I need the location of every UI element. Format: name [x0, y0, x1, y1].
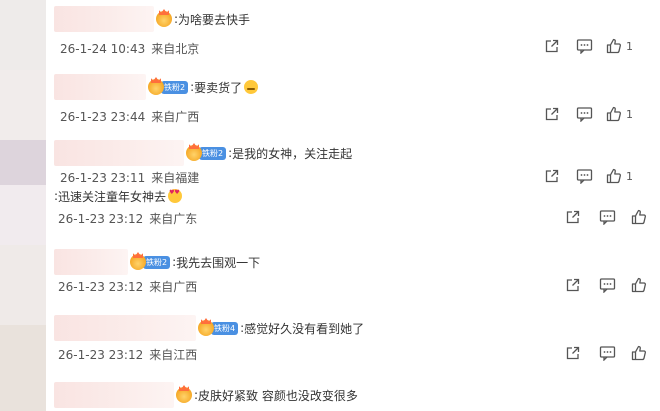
comment-text: 我先去围观一下	[176, 255, 261, 270]
crown-badge-icon	[148, 79, 164, 95]
comment-date: 26-1-24 10:43	[60, 42, 146, 56]
comment-icon[interactable]	[575, 105, 593, 123]
left-sidebar-strip	[0, 0, 46, 411]
comment-text: 要卖货了	[194, 80, 243, 95]
comment-icon[interactable]	[598, 208, 616, 226]
like-icon[interactable]	[605, 105, 623, 123]
comment-location: 来自广西	[149, 280, 198, 294]
username-blurred[interactable]	[54, 74, 146, 100]
comment-date: 26-1-23 23:12	[58, 280, 144, 294]
comment-text: 感觉好久没有看到她了	[244, 321, 365, 336]
share-icon[interactable]	[543, 105, 561, 123]
comment-item: 铁粉4 : 感觉好久没有看到她了 26-1-23 23:12 来自江西	[54, 315, 660, 375]
comment-text: 为啥要去快手	[178, 12, 251, 27]
comment-meta: 26-1-23 23:12 来自广东	[58, 210, 197, 227]
comment-location: 来自广西	[151, 110, 200, 124]
comment-icon[interactable]	[598, 276, 616, 294]
comment-date: 26-1-23 23:12	[58, 348, 144, 362]
comment-text: 是我的女神，关注走起	[232, 146, 353, 161]
comment-item: : 迅速关注童年女神去 26-1-23 23:12来自广东	[54, 183, 660, 243]
smirk-emoji-icon	[244, 80, 259, 94]
comment-location: 来自北京	[151, 42, 200, 56]
like-icon[interactable]	[630, 208, 648, 226]
comment-icon[interactable]	[598, 344, 616, 362]
crown-badge-icon	[186, 145, 202, 161]
fan-badge: 铁粉2	[143, 255, 171, 269]
comment-meta: 26-1-24 10:43 来自北京	[60, 40, 199, 57]
like-icon[interactable]	[605, 37, 623, 55]
like-count: 1	[626, 107, 633, 121]
fan-badge: 铁粉4	[211, 321, 239, 335]
share-icon[interactable]	[564, 276, 582, 294]
crown-badge-icon	[198, 320, 214, 336]
like-count: 1	[626, 169, 633, 183]
comment-item: 铁粉2 : 我先去围观一下 26-1-23 23:12 来自广西	[54, 249, 660, 309]
username-blurred[interactable]	[54, 382, 174, 408]
comment-location: 来自江西	[149, 348, 198, 362]
comment-item: : 为啥要去快手 26-1-24 10:43 来自北京 1	[54, 6, 660, 66]
like-icon[interactable]	[630, 344, 648, 362]
comment-text: 皮肤好紧致 容颜也没改变很多	[198, 388, 358, 403]
comment-item: : 皮肤好紧致 容颜也没改变很多	[54, 382, 660, 411]
like-icon[interactable]	[630, 276, 648, 294]
share-icon[interactable]	[564, 344, 582, 362]
crown-badge-icon	[176, 387, 192, 403]
comment-meta: 26-1-23 23:44 来自广西	[60, 108, 199, 125]
crown-badge-icon	[156, 11, 172, 27]
username-blurred[interactable]	[54, 249, 128, 275]
username-blurred[interactable]	[54, 6, 154, 32]
comment-meta: 26-1-23 23:12 来自广西	[58, 278, 197, 295]
heart-eyes-emoji-icon	[168, 189, 183, 203]
comment-date: 26-1-23 23:12	[58, 212, 144, 226]
comment-date: 26-1-23 23:44	[60, 110, 146, 124]
share-icon[interactable]	[543, 37, 561, 55]
like-count: 1	[626, 39, 633, 53]
username-blurred[interactable]	[54, 315, 196, 341]
fan-badge: 铁粉2	[199, 146, 227, 160]
fan-badge: 铁粉2	[161, 80, 189, 94]
username-blurred[interactable]	[54, 140, 184, 166]
comment-text: 迅速关注童年女神去	[58, 189, 167, 204]
crown-badge-icon	[130, 254, 146, 270]
comment-item: 铁粉2 : 要卖货了 26-1-23 23:44 来自广西 1	[54, 74, 660, 134]
comment-icon[interactable]	[575, 37, 593, 55]
comment-location: 来自广东	[149, 212, 198, 226]
share-icon[interactable]	[564, 208, 582, 226]
comment-meta: 26-1-23 23:12 来自江西	[58, 346, 197, 363]
